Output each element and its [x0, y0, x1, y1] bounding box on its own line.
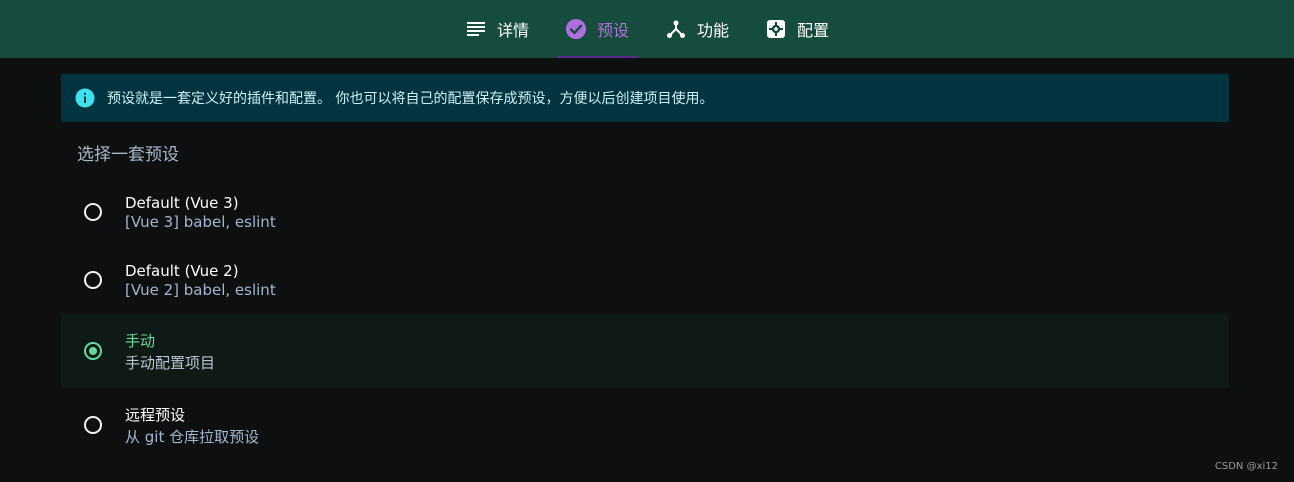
preset-description: 从 git 仓库拉取预设 — [125, 427, 260, 446]
watermark: CSDN @xi12 — [1214, 461, 1278, 472]
preset-name: 远程预设 — [125, 405, 186, 424]
tab-features[interactable]: 功能 — [647, 0, 747, 58]
tab-details[interactable]: 详情 — [447, 0, 547, 58]
radio-button-selected[interactable] — [84, 342, 102, 360]
tab-label: 预设 — [596, 21, 629, 40]
settings-box-icon — [765, 18, 787, 40]
section-title: 选择一套预设 — [77, 145, 179, 165]
preset-name: Default (Vue 2) — [125, 261, 239, 280]
top-navigation-bar: 详情 预设 功能 配置 — [0, 0, 1294, 58]
check-circle-icon — [565, 18, 587, 40]
preset-description: [Vue 2] babel, eslint — [125, 280, 276, 299]
preset-description: [Vue 3] babel, eslint — [125, 212, 276, 231]
info-banner: 预设就是一套定义好的插件和配置。 你也可以将自己的配置保存成预设，方便以后创建项… — [61, 74, 1229, 122]
preset-description: 手动配置项目 — [125, 353, 216, 372]
radio-button[interactable] — [84, 203, 102, 221]
list-icon — [465, 18, 487, 40]
preset-option-remote[interactable]: 远程预设 从 git 仓库拉取预设 — [61, 389, 1229, 461]
fork-icon — [665, 18, 687, 40]
radio-button[interactable] — [84, 416, 102, 434]
tab-label: 详情 — [496, 21, 529, 40]
tab-presets[interactable]: 预设 — [547, 0, 647, 58]
radio-button[interactable] — [84, 271, 102, 289]
tab-config[interactable]: 配置 — [747, 0, 847, 58]
tab-label: 配置 — [797, 21, 830, 40]
radio-dot — [89, 347, 97, 355]
tab-label: 功能 — [697, 21, 730, 40]
preset-option-manual[interactable]: 手动 手动配置项目 — [61, 314, 1229, 388]
info-text: 预设就是一套定义好的插件和配置。 你也可以将自己的配置保存成预设，方便以后创建项… — [107, 91, 714, 107]
preset-option-default-vue3[interactable]: Default (Vue 3) [Vue 3] babel, eslint — [61, 176, 1229, 248]
preset-name: 手动 — [125, 331, 156, 350]
tab-list: 详情 预设 功能 配置 — [447, 0, 847, 58]
preset-option-default-vue2[interactable]: Default (Vue 2) [Vue 2] babel, eslint — [61, 244, 1229, 316]
preset-name: Default (Vue 3) — [125, 193, 239, 212]
info-icon — [75, 88, 95, 108]
